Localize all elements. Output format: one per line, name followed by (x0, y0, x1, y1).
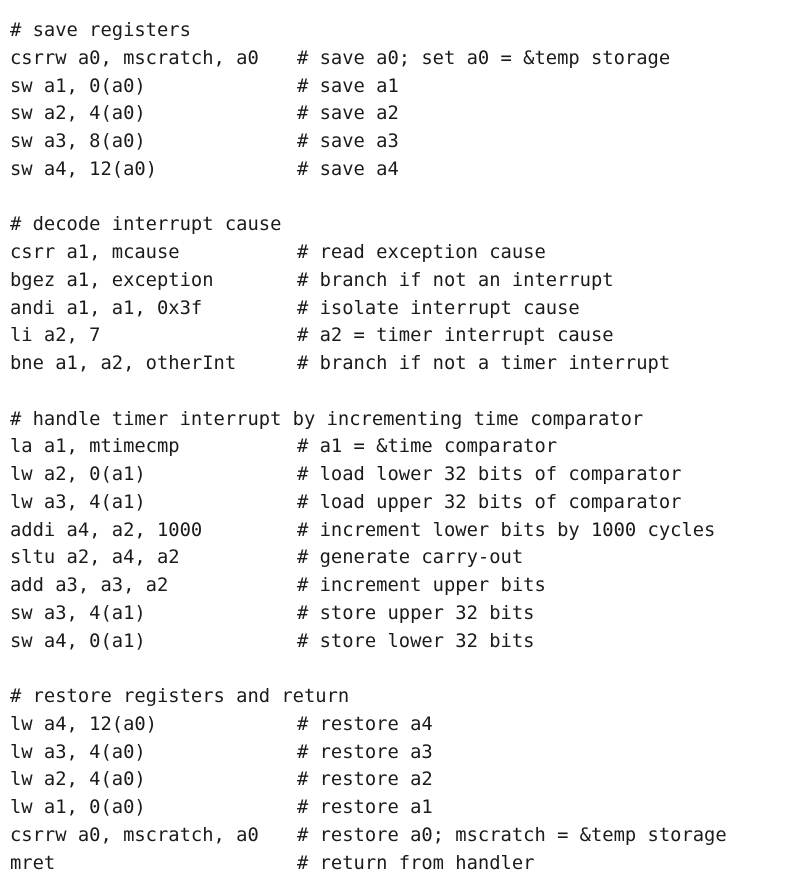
code-line: addi a4, a2, 1000 # increment lower bits … (10, 517, 727, 545)
instruction: csrrw a0, mscratch, a0 (10, 824, 259, 846)
comment: # save a3 (297, 131, 399, 152)
instruction: lw a3, 4(a1) (10, 491, 146, 513)
code-line: csrrw a0, mscratch, a0 # save a0; set a0 … (10, 45, 727, 73)
instruction: lw a3, 4(a0) (10, 741, 146, 763)
comment: # increment upper bits (297, 575, 546, 596)
instruction: sw a3, 4(a1) (10, 602, 146, 624)
instruction: csrr a1, mcause (10, 242, 180, 263)
code-line: sw a4, 0(a1) # store lower 32 bits (10, 628, 727, 656)
code-line: add a3, a3, a2 # increment upper bits (10, 572, 727, 600)
instruction: sw a3, 8(a0) (10, 131, 146, 152)
code-line: sw a1, 0(a0) # save a1 (10, 73, 727, 101)
comment: # load upper 32 bits of comparator (297, 491, 682, 513)
instruction: sltu a2, a4, a2 (10, 547, 180, 569)
comment: # save a4 (297, 158, 399, 180)
instruction: lw a4, 12(a0) (10, 713, 157, 735)
instruction: mret (10, 852, 56, 874)
code-line: lw a1, 0(a0) # restore a1 (10, 794, 727, 822)
comment: # restore a2 (297, 769, 433, 791)
code-line: andi a1, a1, 0x3f # isolate interrupt cau… (10, 295, 727, 323)
comment: # store upper 32 bits (297, 602, 535, 624)
instruction: li a2, 7 (10, 325, 101, 347)
code-line: lw a3, 4(a1) # load upper 32 bits of comp… (10, 489, 727, 517)
code-line: sw a3, 4(a1) # store upper 32 bits (10, 600, 727, 628)
comment: # read exception cause (297, 242, 546, 263)
comment: # isolate interrupt cause (297, 297, 580, 319)
comment: # restore a1 (297, 797, 433, 818)
comment: # restore a0; mscratch = &temp storage (297, 824, 727, 846)
code-line: mret # return from handler (10, 850, 727, 878)
code-line: sltu a2, a4, a2 # generate carry-out (10, 544, 727, 572)
code-line: lw a4, 12(a0) # restore a4 (10, 711, 727, 739)
instruction: lw a1, 0(a0) (10, 797, 146, 818)
comment: # increment lower bits by 1000 cycles (297, 519, 716, 541)
comment: # save a2 (297, 103, 399, 125)
instruction: sw a2, 4(a0) (10, 103, 146, 125)
code-line: lw a3, 4(a0) # restore a3 (10, 739, 727, 767)
comment: # save a1 (297, 75, 399, 97)
code-line: li a2, 7 # a2 = timer interrupt cause (10, 322, 727, 350)
code-line: csrr a1, mcause # read exception cause (10, 239, 727, 267)
code-line: bgez a1, exception # branch if not an int… (10, 267, 727, 295)
comment: # save a0; set a0 = &temp storage (297, 47, 671, 69)
instruction: bne a1, a2, otherInt (10, 353, 237, 374)
comment: # restore a4 (297, 713, 433, 735)
code-line: la a1, mtimecmp # a1 = &time comparator (10, 433, 727, 461)
code-listing: # save registers csrrw a0, mscratch, a0 # … (10, 17, 727, 877)
comment: # return from handler (297, 852, 535, 874)
code-line: sw a2, 4(a0) # save a2 (10, 100, 727, 128)
comment: # a2 = timer interrupt cause (297, 325, 614, 347)
code-line: csrrw a0, mscratch, a0 # restore a0; mscr… (10, 822, 727, 850)
instruction: sw a1, 0(a0) (10, 75, 146, 97)
code-line: sw a4, 12(a0) # save a4 (10, 156, 727, 184)
instruction: bgez a1, exception (10, 269, 214, 291)
comment: # generate carry-out (297, 547, 524, 569)
instruction: add a3, a3, a2 (10, 575, 169, 596)
instruction: sw a4, 0(a1) (10, 630, 146, 652)
comment: # load lower 32 bits of comparator (297, 464, 682, 485)
instruction: andi a1, a1, 0x3f (10, 297, 203, 319)
instruction: sw a4, 12(a0) (10, 158, 157, 180)
section-heading-decode-interrupt-cause: # decode interrupt cause (10, 214, 282, 236)
comment: # restore a3 (297, 741, 433, 763)
code-line: lw a2, 0(a1) # load lower 32 bits of comp… (10, 461, 727, 489)
comment: # store lower 32 bits (297, 630, 535, 652)
section-heading-save-registers: # save registers (10, 20, 191, 41)
instruction: lw a2, 0(a1) (10, 464, 146, 485)
comment: # a1 = &time comparator (297, 436, 558, 458)
code-line: lw a2, 4(a0) # restore a2 (10, 766, 727, 794)
code-line: sw a3, 8(a0) # save a3 (10, 128, 727, 156)
section-heading-restore-registers: # restore registers and return (10, 686, 350, 707)
comment: # branch if not an interrupt (297, 269, 614, 291)
section-heading-handle-timer-interrupt: # handle timer interrupt by incrementing… (10, 408, 644, 430)
instruction: csrrw a0, mscratch, a0 (10, 47, 259, 69)
instruction: la a1, mtimecmp (10, 436, 180, 458)
instruction: addi a4, a2, 1000 (10, 519, 203, 541)
instruction: lw a2, 4(a0) (10, 769, 146, 791)
comment: # branch if not a timer interrupt (297, 353, 671, 374)
code-line: bne a1, a2, otherInt # branch if not a ti… (10, 350, 727, 378)
